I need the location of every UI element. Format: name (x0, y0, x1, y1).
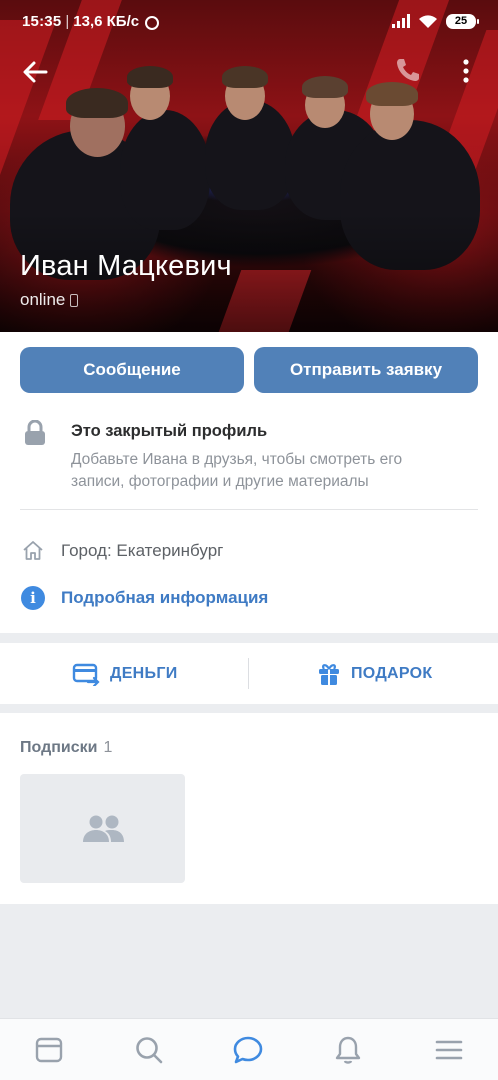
city-info: Город: Екатеринбург (61, 541, 224, 560)
message-button[interactable]: Сообщение (20, 347, 244, 393)
profile-info-card: Сообщение Отправить заявку Это закрытый … (0, 332, 498, 633)
divider (248, 658, 249, 689)
subscriptions-count: 1 (103, 739, 113, 756)
money-transfer-icon (72, 663, 100, 686)
status-time: 15:35 (22, 12, 62, 30)
profile-toolbar (0, 52, 498, 92)
subscription-tile[interactable] (20, 774, 185, 883)
gift-label: ПОДАРОК (351, 664, 433, 682)
online-status: online (20, 290, 79, 310)
detailed-info-link[interactable]: Подробная информация (61, 588, 268, 608)
money-button[interactable]: ДЕНЬГИ (72, 643, 178, 704)
more-vertical-icon[interactable] (456, 56, 476, 86)
alarm-icon (145, 16, 160, 30)
notifications-icon[interactable] (333, 1035, 363, 1065)
back-arrow-icon[interactable] (20, 56, 52, 88)
status-bar: 15:35 | 13,6 КБ/с 25 (0, 0, 498, 42)
online-status-text: online (20, 290, 66, 309)
profile-name: Иван Мацкевич (20, 250, 232, 282)
money-label: ДЕНЬГИ (110, 664, 178, 682)
menu-icon[interactable] (434, 1035, 464, 1065)
messages-icon[interactable] (233, 1035, 263, 1065)
gift-icon (319, 663, 339, 685)
users-icon (83, 815, 124, 842)
battery-icon: 25 (446, 13, 479, 29)
private-profile-description: Добавьте Ивана в друзья, чтобы смотреть … (71, 451, 403, 490)
search-icon[interactable] (134, 1035, 164, 1065)
network-speed: 13,6 КБ/с (73, 12, 140, 30)
subscriptions-title: Подписки (20, 739, 98, 756)
wifi-icon (419, 14, 437, 28)
lock-icon (25, 420, 45, 445)
feed-icon[interactable] (34, 1035, 64, 1065)
info-icon[interactable]: i (21, 586, 45, 610)
send-request-button[interactable]: Отправить заявку (254, 347, 478, 393)
phone-icon[interactable] (394, 56, 422, 84)
subscriptions-card: Подписки 1 (0, 713, 498, 904)
mobile-icon (70, 293, 79, 307)
private-profile-title: Это закрытый профиль (71, 422, 268, 440)
subscriptions-header[interactable]: Подписки 1 (20, 739, 112, 757)
gift-button[interactable]: ПОДАРОК (317, 643, 432, 704)
bottom-navigation (0, 1018, 498, 1080)
home-icon (23, 541, 43, 560)
divider (20, 509, 478, 510)
signal-icon (392, 14, 410, 28)
money-gift-bar: ДЕНЬГИ ПОДАРОК (0, 643, 498, 704)
